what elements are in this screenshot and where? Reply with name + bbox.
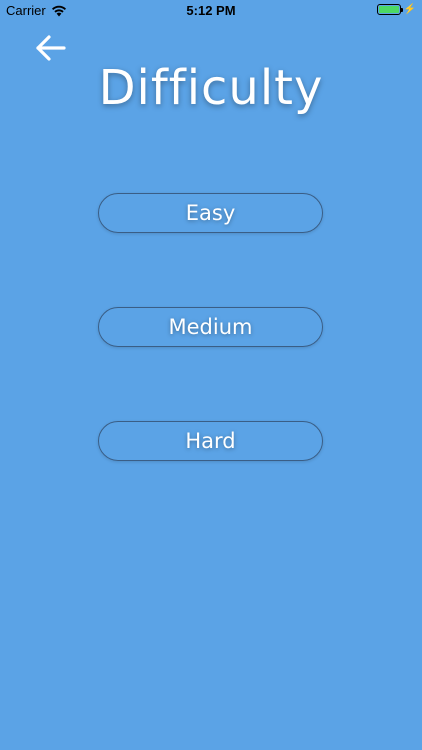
arrow-left-icon (36, 35, 66, 61)
page-title: Difficulty (98, 60, 324, 116)
hard-button[interactable]: Hard (98, 421, 323, 461)
easy-button[interactable]: Easy (98, 193, 323, 233)
bolt-icon: ⚡ (403, 4, 416, 15)
battery-fill (378, 6, 399, 13)
battery-icon (376, 4, 403, 15)
status-right: ⚡ (376, 4, 416, 15)
status-time: 5:12 PM (186, 3, 236, 18)
back-button[interactable] (34, 33, 68, 63)
medium-button[interactable]: Medium (98, 307, 323, 347)
status-bar: Carrier 5:12 PM ⚡ (0, 0, 422, 22)
battery-tip (400, 8, 403, 12)
